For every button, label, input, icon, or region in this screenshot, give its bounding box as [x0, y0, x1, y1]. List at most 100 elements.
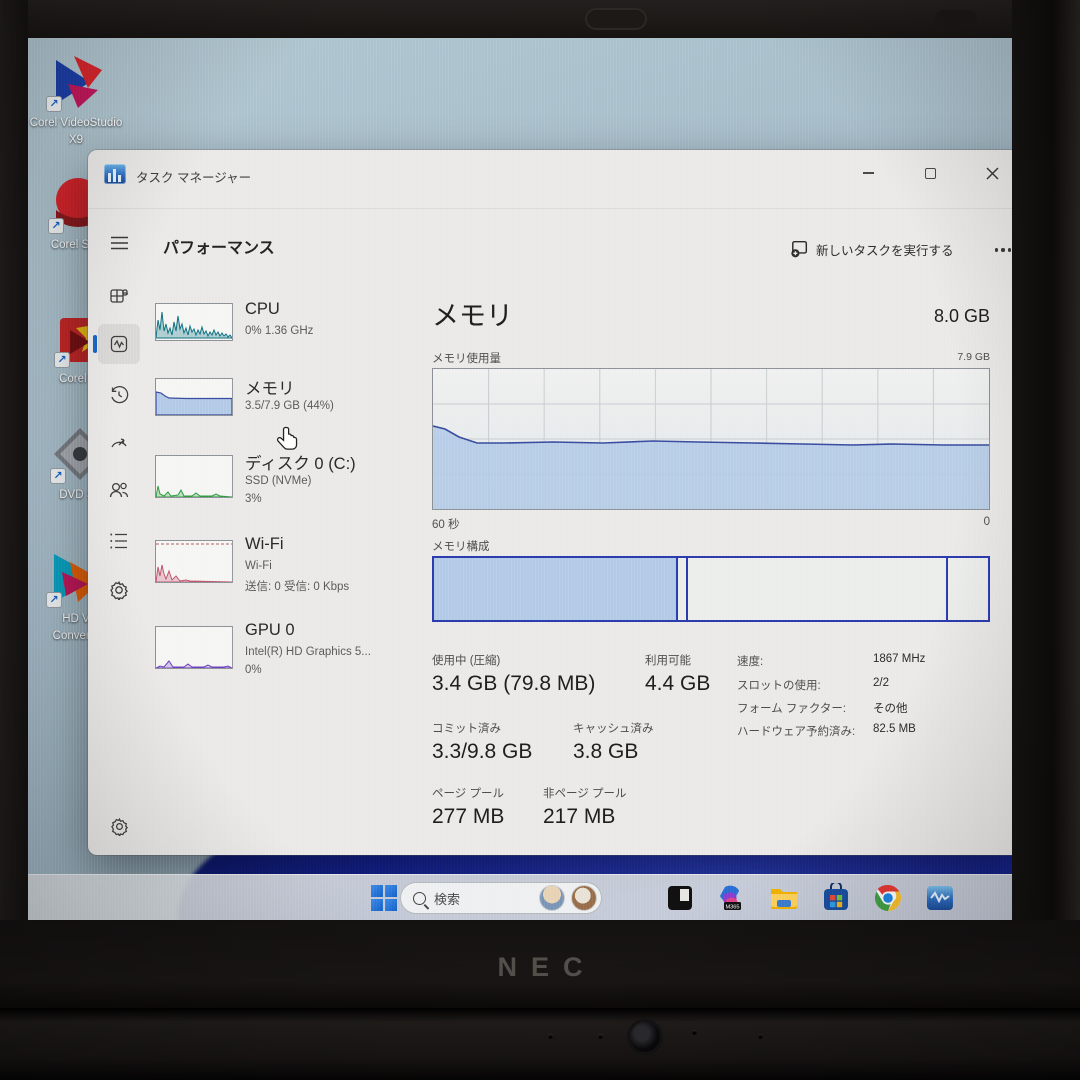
form-factor-value: その他 [873, 700, 908, 716]
desktop-icon-label: Corel VideoStudio [30, 117, 123, 129]
m365-copilot-icon: M365 [717, 883, 747, 913]
sidebar-item-details[interactable] [98, 521, 140, 561]
device-stats: 3.5/7.9 GB (44%) [245, 400, 334, 412]
speed-label: 速度: [737, 653, 763, 669]
microsoft-store-icon [821, 883, 851, 913]
taskbar-black-app[interactable] [664, 882, 696, 914]
sidebar-item-users[interactable] [98, 470, 140, 510]
chrome-icon [873, 883, 903, 913]
sidebar-item-app-history[interactable] [98, 375, 140, 415]
settings-button[interactable] [98, 806, 140, 846]
in-use-label: 使用中 (圧縮) [432, 652, 500, 668]
file-explorer-icon [769, 883, 799, 913]
nec-brand-logo: NEC [0, 952, 1080, 983]
bezel-latch [585, 8, 647, 30]
microphone-hole [598, 1034, 603, 1039]
cut-off-desktop-label: op [28, 620, 40, 632]
details-list-icon [109, 532, 129, 550]
taskbar-microsoft-store[interactable] [820, 882, 852, 914]
memory-mini-graph [155, 378, 233, 416]
task-manager-taskbar-icon [925, 884, 955, 912]
cached-label: キャッシュ済み [573, 720, 654, 736]
taskbar-file-explorer[interactable] [768, 882, 800, 914]
bottom-bezel: NEC [0, 920, 1080, 1008]
left-bezel [0, 0, 28, 1010]
wifi-mini-graph [155, 540, 233, 583]
available-value: 4.4 GB [645, 672, 710, 696]
desktop-icon-corel-videostudio[interactable]: ↗ Corel VideoStudio X9 [28, 54, 124, 148]
sidebar-item-services[interactable] [98, 570, 140, 610]
m365-badge-text: M365 [726, 904, 740, 910]
slots-value: 2/2 [873, 677, 889, 689]
time-axis-right: 0 [984, 516, 990, 528]
startup-gauge-icon [109, 433, 129, 453]
device-name: Wi-Fi [245, 535, 283, 554]
hand-cursor [276, 426, 300, 454]
in-use-value: 3.4 GB (79.8 MB) [432, 672, 595, 696]
device-name: メモリ [245, 375, 295, 399]
device-item-wifi[interactable]: Wi-Fi Wi-Fi 送信: 0 受信: 0 Kbps [144, 532, 434, 616]
sidebar-item-processes[interactable] [98, 276, 140, 316]
corel-videostudio-icon: ↗ [48, 54, 104, 110]
laptop-photo: ↗ Corel VideoStudio X9 ↗ Corel Scre [0, 0, 1080, 1080]
nonpaged-pool-value: 217 MB [543, 805, 615, 829]
shortcut-arrow-icon: ↗ [46, 96, 62, 112]
disk-mini-graph [155, 455, 233, 498]
form-factor-label: フォーム ファクター: [737, 700, 846, 716]
memory-composition-bar [432, 556, 990, 622]
search-highlight-avatar [540, 886, 564, 910]
committed-value: 3.3/9.8 GB [432, 740, 532, 764]
shortcut-arrow-icon: ↗ [46, 592, 62, 608]
nonpaged-pool-label: 非ページ プール [543, 785, 626, 801]
services-gear-icon [109, 580, 129, 600]
usage-chart-scale: 7.9 GB [957, 351, 990, 363]
device-stats: 3% [245, 493, 262, 505]
device-type: Wi-Fi [245, 560, 272, 572]
settings-gear-icon [110, 817, 129, 836]
page-title: パフォーマンス [163, 234, 275, 258]
laptop-body [0, 1008, 1080, 1080]
device-item-gpu[interactable]: GPU 0 Intel(R) HD Graphics 5... 0% [144, 617, 434, 701]
users-icon [108, 480, 130, 500]
shortcut-arrow-icon: ↗ [54, 352, 70, 368]
sidebar-item-startup-apps[interactable] [98, 423, 140, 463]
black-app-icon [666, 884, 694, 912]
composition-label: メモリ構成 [432, 538, 490, 554]
device-item-cpu[interactable]: CPU 0% 1.36 GHz [144, 294, 434, 368]
taskbar-search[interactable]: 検索 [400, 882, 602, 914]
hw-reserved-value: 82.5 MB [873, 723, 916, 735]
taskbar: 検索 M365 [28, 874, 1012, 920]
composition-divider [686, 558, 688, 620]
gpu-mini-graph [155, 626, 233, 669]
device-stats: 0% [245, 664, 262, 676]
taskbar-m365[interactable]: M365 [716, 882, 748, 914]
microphone-hole [548, 1034, 553, 1039]
device-stats: 0% 1.36 GHz [245, 325, 313, 337]
webcam [630, 1022, 660, 1052]
time-axis-left: 60 秒 [432, 516, 460, 532]
available-label: 利用可能 [645, 652, 691, 668]
paged-pool-label: ページ プール [432, 785, 504, 801]
memory-usage-graph [432, 368, 990, 510]
taskbar-chrome[interactable] [872, 882, 904, 914]
memory-capacity: 8.0 GB [934, 306, 990, 327]
device-name: ディスク 0 (C:) [245, 450, 356, 474]
windows-logo-icon [371, 885, 397, 911]
search-placeholder: 検索 [434, 889, 532, 908]
top-bezel [0, 0, 1080, 38]
device-item-disk[interactable]: ディスク 0 (C:) SSD (NVMe) 3% [144, 446, 434, 530]
hw-reserved-label: ハードウェア予約済み: [737, 723, 855, 739]
taskbar-task-manager[interactable] [924, 882, 956, 914]
memory-title: メモリ [432, 294, 513, 333]
desktop-icon-label: HD V [62, 613, 89, 625]
task-manager-window: タスク マネージャー パフォーマンス 新しいタスクを実行する [88, 150, 1012, 855]
hamburger-menu-button[interactable] [98, 223, 140, 263]
laptop-screen: ↗ Corel VideoStudio X9 ↗ Corel Scre [28, 38, 1012, 920]
microphone-hole [758, 1034, 763, 1039]
sidebar-item-performance[interactable] [98, 324, 140, 364]
search-highlight-avatar [572, 886, 596, 910]
performance-icon [109, 334, 129, 354]
shortcut-arrow-icon: ↗ [48, 218, 64, 234]
start-button[interactable] [368, 882, 400, 914]
bezel-notch [935, 10, 977, 28]
